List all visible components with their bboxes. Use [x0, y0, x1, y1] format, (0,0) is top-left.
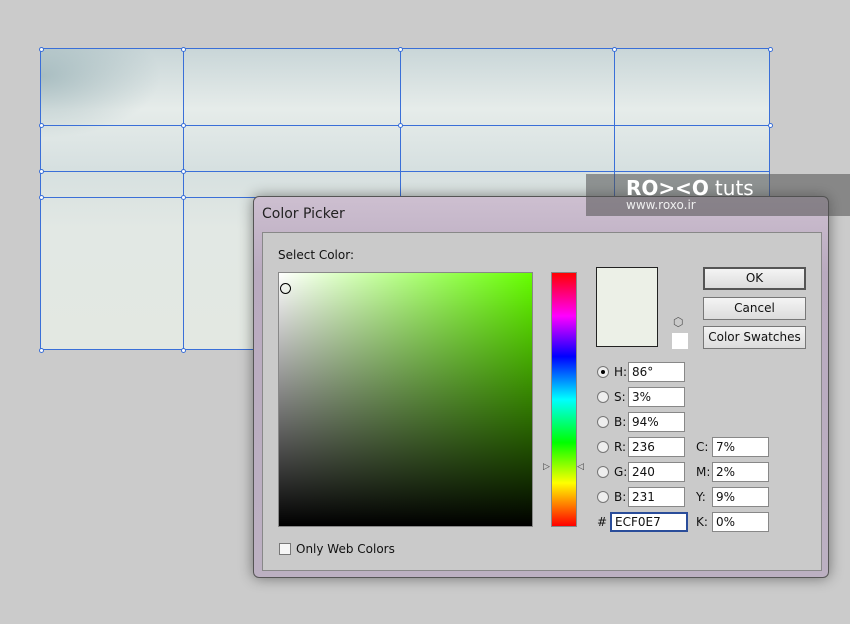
only-web-colors-label: Only Web Colors — [296, 542, 395, 556]
hue-slider-right-handle[interactable]: ◁ — [577, 462, 584, 472]
radio-brightness[interactable] — [597, 416, 609, 428]
field-m[interactable]: 2% — [712, 462, 769, 482]
field-k[interactable]: 0% — [712, 512, 769, 532]
field-c[interactable]: 7% — [712, 437, 769, 457]
new-color-preview — [596, 267, 658, 347]
radio-r[interactable] — [597, 441, 609, 453]
field-g[interactable]: 240 — [628, 462, 685, 482]
ok-button[interactable]: OK — [703, 267, 806, 290]
label-h: H: — [614, 365, 628, 379]
label-brightness: B: — [614, 415, 627, 429]
field-b[interactable]: 231 — [628, 487, 685, 507]
field-h[interactable]: 86° — [628, 362, 685, 382]
label-r: R: — [614, 440, 627, 454]
hue-slider[interactable] — [551, 272, 577, 527]
label-b: B: — [614, 490, 627, 504]
watermark-url: www.roxo.ir — [626, 198, 696, 212]
cube-icon[interactable]: ⬡ — [673, 315, 683, 329]
web-safe-swatch[interactable] — [672, 333, 688, 349]
only-web-colors-checkbox[interactable]: Only Web Colors — [279, 542, 395, 556]
label-k: K: — [696, 515, 708, 529]
cancel-button[interactable]: Cancel — [703, 297, 806, 320]
radio-g[interactable] — [597, 466, 609, 478]
select-color-label: Select Color: — [278, 248, 354, 262]
color-picker-dialog: Color Picker Select Color: ▷ ◁ ⬡ OK Canc… — [253, 196, 829, 578]
radio-h[interactable] — [597, 366, 609, 378]
watermark: RO><O tuts www.roxo.ir — [586, 174, 850, 216]
watermark-brand: RO><O — [626, 176, 709, 200]
hue-slider-left-handle[interactable]: ▷ — [543, 462, 550, 472]
label-s: S: — [614, 390, 626, 404]
label-c: C: — [696, 440, 709, 454]
color-swatches-button[interactable]: Color Swatches — [703, 326, 806, 349]
field-brightness[interactable]: 94% — [628, 412, 685, 432]
color-field[interactable] — [278, 272, 533, 527]
label-y: Y: — [696, 490, 706, 504]
field-r[interactable]: 236 — [628, 437, 685, 457]
radio-s[interactable] — [597, 391, 609, 403]
label-g: G: — [614, 465, 628, 479]
picker-panel: Select Color: ▷ ◁ ⬡ OK Cancel Color Swat… — [262, 232, 822, 571]
radio-b[interactable] — [597, 491, 609, 503]
field-hex[interactable]: ECF0E7 — [610, 512, 688, 532]
field-y[interactable]: 9% — [712, 487, 769, 507]
dialog-title: Color Picker — [262, 206, 345, 222]
watermark-suffix: tuts — [714, 176, 754, 200]
checkbox-box[interactable] — [279, 543, 291, 555]
label-m: M: — [696, 465, 711, 479]
color-field-marker[interactable] — [280, 283, 291, 294]
label-hash: # — [597, 515, 608, 529]
field-s[interactable]: 3% — [628, 387, 685, 407]
